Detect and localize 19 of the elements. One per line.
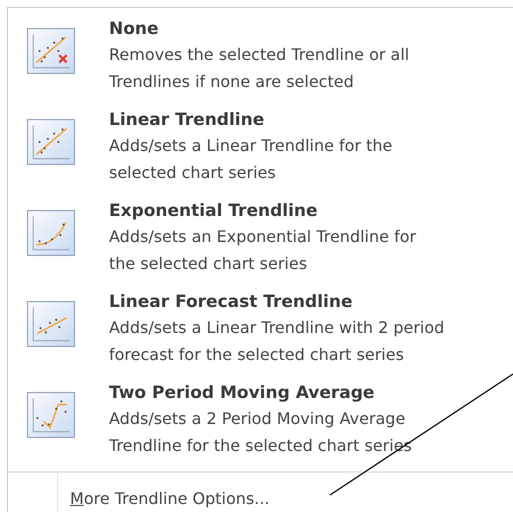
- item-title: Linear Trendline: [109, 109, 266, 132]
- trendline-chart-icon: [27, 210, 75, 256]
- more-options-item[interactable]: More Trendline Options...: [58, 473, 270, 511]
- item-description: Adds/sets an Exponential Trendline for the selected chart series: [109, 226, 416, 275]
- trendline-chart-icon: [27, 119, 75, 165]
- item-description: Adds/sets a Linear Trendline with 2 period forecast for the selected chart series: [109, 317, 444, 366]
- menu-item[interactable]: None Removes the selected Trendline or all Trendlines if none are selected: [8, 8, 513, 99]
- item-title: Linear Forecast Trendline: [109, 291, 354, 314]
- item-description: Removes the selected Trendline or all Trendlines if none are selected: [109, 44, 410, 93]
- trendline-chart-icon: [27, 301, 75, 347]
- item-description: Adds/sets a Linear Trendline for the selected chart series: [109, 135, 392, 184]
- menu-item[interactable]: Exponential Trendline Adds/sets an Exponential Trendline for the selected chart series: [8, 190, 513, 281]
- menu-item[interactable]: Linear Trendline Adds/sets a Linear Trendline for the selected chart series: [8, 99, 513, 190]
- trendline-chart-icon: [27, 392, 75, 438]
- menu-item[interactable]: Linear Forecast Trendline Adds/sets a Linear Trendline with 2 period forecast for the selected chart series: [8, 281, 513, 372]
- item-title: Two Period Moving Average: [109, 382, 376, 405]
- item-title: None: [109, 18, 160, 41]
- item-title: Exponential Trendline: [109, 200, 319, 223]
- trendline-chart-icon: [27, 28, 75, 74]
